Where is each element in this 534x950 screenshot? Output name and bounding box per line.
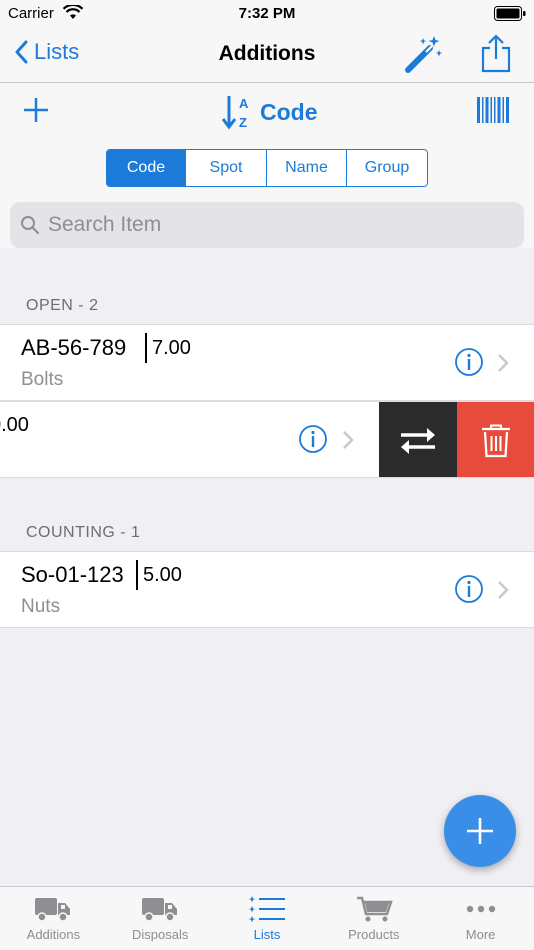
section-header-open: OPEN - 2 [26,297,99,314]
tab-lists[interactable]: Lists [214,887,321,950]
item-quantity: 0.00 [0,414,29,436]
tab-lists-label: Lists [253,927,281,942]
chevron-left-icon [15,40,28,64]
sort-icon-a: A [239,96,249,111]
share-icon [481,34,511,73]
nav-bar: Lists Additions [0,28,534,83]
truck-icon [142,898,178,922]
clock: 7:32 PM [238,5,296,22]
list-icon [248,896,285,923]
item-code: AB-56-789 [21,335,127,360]
tab-products-label: Products [348,927,400,942]
segment-spot[interactable]: Spot [186,150,267,186]
tab-additions-label: Additions [26,927,81,942]
segment-code[interactable]: Code [107,150,186,186]
status-bar: Carrier 7:32 PM [0,0,534,28]
section-header-counting: COUNTING - 1 [26,524,141,541]
header: Lists Additions A Z Code Code Spot Name … [0,28,534,248]
search-input[interactable] [48,213,488,237]
code-qty-divider [145,333,147,363]
info-icon[interactable] [454,347,484,377]
sort-button[interactable]: A Z Code [222,94,318,130]
sort-az-icon: A Z [222,96,249,130]
page-title: Additions [218,42,316,65]
tab-products[interactable]: Products [320,887,427,950]
more-icon [466,905,495,913]
tab-more[interactable]: More [427,887,534,950]
truck-icon [35,898,71,922]
plus-icon [24,98,48,122]
trash-icon [481,424,510,457]
magic-wand-button[interactable] [404,34,444,79]
chevron-right-icon [343,431,354,449]
swipe-move-button[interactable] [379,402,457,477]
tab-disposals-label: Disposals [132,927,189,942]
info-icon[interactable] [454,574,484,604]
item-name: Nuts [21,596,61,617]
info-icon[interactable] [298,424,328,454]
barcode-icon [477,97,509,123]
back-button[interactable]: Lists [14,39,79,65]
tab-bar: Additions Disposals Lists Products More [0,886,534,950]
swap-arrows-icon [401,427,435,454]
item-quantity: 5.00 [143,564,182,586]
tab-more-label: More [465,927,496,942]
plus-icon [467,818,493,844]
search-icon [21,216,40,235]
magic-wand-icon [405,36,443,73]
floating-add-button[interactable] [444,795,516,867]
chevron-right-icon [498,581,509,599]
tab-disposals[interactable]: Disposals [107,887,214,950]
battery-icon [494,6,526,21]
item-code: So-01-123 [21,562,124,587]
back-label: Lists [34,39,80,64]
cart-icon [356,896,393,922]
item-quantity: 7.00 [152,337,191,359]
add-item-button[interactable] [22,96,50,129]
chevron-right-icon [498,354,509,372]
sort-icon-z: Z [239,115,247,130]
swipe-delete-button[interactable] [457,402,534,477]
sort-segmented-control: Code Spot Name Group [106,149,428,187]
list-item[interactable]: So-01-123 5.00 Nuts [0,551,534,628]
tab-additions[interactable]: Additions [0,887,107,950]
segment-group[interactable]: Group [347,150,427,186]
code-qty-divider [136,560,138,590]
barcode-scan-button[interactable] [476,96,510,129]
item-name: Bolts [21,369,64,390]
segment-name[interactable]: Name [267,150,347,186]
sort-label: Code [260,98,318,125]
search-bar [10,202,524,248]
list-item-swiped[interactable]: 0.00 [0,401,534,478]
share-button[interactable] [480,34,512,79]
list-item[interactable]: AB-56-789 7.00 Bolts [0,324,534,401]
